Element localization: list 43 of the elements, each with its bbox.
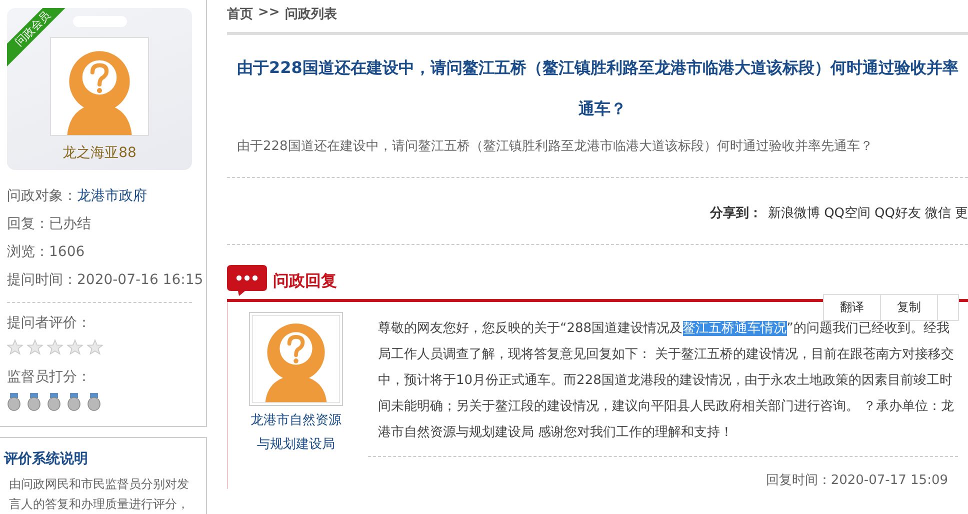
medal-icon (47, 393, 61, 411)
star-icon (47, 339, 63, 355)
help-text: 由问政网民和市民监督员分别对发言人的答复和办理质量进行评分， (8, 476, 190, 513)
share-link[interactable]: 微信 (925, 204, 951, 222)
share-link[interactable]: QQ空间 (824, 204, 871, 222)
medal-icon (67, 393, 81, 411)
info-value: 1606 (49, 244, 85, 260)
share-link[interactable]: 新浪微博 (768, 204, 820, 222)
user-name: 龙之海亚88 (62, 144, 136, 162)
question-title: 由于228国道还在建设中，请问鳌江五桥（鳌江镇胜利路至龙港市临港大道该标段）何时通过验收并率 通车？ (236, 57, 960, 120)
breadcrumb-item[interactable]: 首页 (227, 5, 253, 27)
avatar-icon (50, 37, 149, 136)
share-link[interactable]: 更 (955, 204, 968, 222)
star-icon (27, 339, 43, 355)
score-label: 监督员打分： (7, 368, 92, 387)
info-value: 已办结 (49, 216, 91, 232)
section-title: 问政回复 (273, 270, 337, 292)
question-text: 由于228国道还在建设中，请问鳌江五桥（鳌江镇胜利路至龙港市临港大道该标段）何时通过验收并率先通车？ (236, 138, 874, 155)
info-label: 问政对象： (7, 188, 77, 204)
rating-label: 提问者评价： (7, 314, 92, 333)
star-icon (67, 339, 83, 355)
medal-icon (27, 393, 41, 411)
avatar-icon (249, 312, 343, 406)
reply-text: 尊敬的网友您好，您反映的关于“288国道建设情况及鳌江五桥通车情况”的问题我们已经收到。经我局工作人员调查了解，现将答复意见回复如下： 关于鳌江五桥的建设情况，目前在跟苍南方对接移交中，预计将于10月份正式通车。而228国道龙港段的建设情况，由于永农土地政策的因素目前竣工时间未能明确；另关于鳌江段的建设情况，建议向平阳县人民政府相关部门进行咨询。 ？承办单位：龙港市自然资源与规划建设局 感谢您对我们工作的理解和支持！ (378, 320, 956, 442)
medal-rating[interactable] (7, 393, 103, 411)
info-value: 2020-07-16 16:15 (77, 272, 204, 288)
star-icon (87, 339, 103, 355)
info-label: 提问时间： (7, 272, 77, 288)
star-icon (7, 339, 23, 355)
medal-icon (87, 393, 101, 411)
share-link[interactable]: QQ好友 (874, 204, 921, 222)
target-link[interactable]: 龙港市政府 (77, 188, 147, 204)
share-label: 分享到： (710, 204, 762, 222)
reply-time: 回复时间：2020-07-17 15:09 (764, 472, 949, 489)
info-label: 浏览： (7, 244, 49, 260)
breadcrumb-item[interactable]: >> (258, 5, 280, 27)
breadcrumb-item[interactable]: 问政列表 (284, 5, 337, 27)
chat-bubble-icon (227, 265, 267, 297)
department-name: 龙港市自然资源与规划建设局 (250, 412, 342, 454)
info-label: 回复： (7, 216, 49, 232)
section-title: 评价系统说明 (4, 450, 89, 468)
star-rating[interactable] (7, 339, 103, 355)
medal-icon (7, 393, 21, 411)
